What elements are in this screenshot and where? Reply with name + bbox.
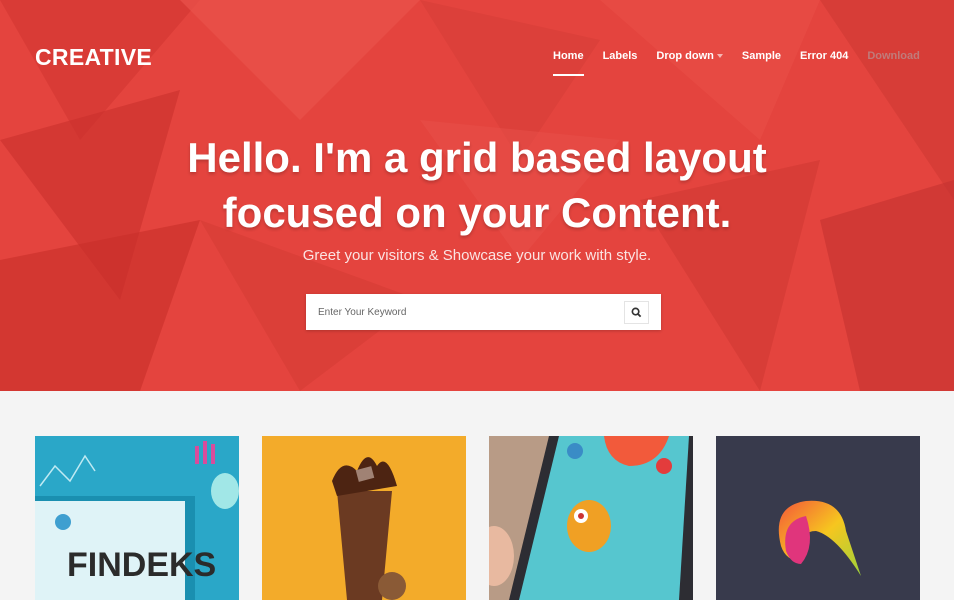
card-findeks[interactable]: FINDEKS [35, 436, 239, 600]
caret-down-icon [716, 54, 723, 59]
nav-labels[interactable]: Labels [603, 50, 638, 62]
nav-home[interactable]: Home [553, 50, 584, 76]
chocolate-drink-thumbnail [262, 436, 466, 600]
nav-error-404[interactable]: Error 404 [800, 50, 848, 62]
main-nav: Home Labels Drop down Sample Error 404 D… [553, 50, 939, 76]
search-button[interactable] [624, 301, 649, 324]
search-icon [631, 307, 642, 318]
search-bar [306, 294, 661, 330]
headline-line-1: Hello. I'm a grid based layout [187, 134, 767, 181]
portfolio-grid: FINDEKS [35, 436, 920, 600]
nav-dropdown[interactable]: Drop down [656, 50, 723, 62]
nav-sample[interactable]: Sample [742, 50, 781, 62]
findeks-thumbnail: FINDEKS [35, 436, 239, 600]
hero-banner: CREATIVE Home Labels Drop down Sample Er… [0, 0, 954, 391]
search-input[interactable] [318, 303, 608, 321]
nav-dropdown-label: Drop down [656, 50, 714, 62]
card-color-logo[interactable] [716, 436, 920, 600]
card-mobile-game[interactable] [489, 436, 693, 600]
headline-line-2: focused on your Content. [222, 189, 732, 236]
nav-download[interactable]: Download [867, 50, 920, 62]
color-logo-thumbnail [716, 436, 920, 600]
hero-subline: Greet your visitors & Showcase your work… [302, 247, 652, 264]
mobile-game-thumbnail [489, 436, 693, 600]
card-chocolate-drink[interactable] [262, 436, 466, 600]
hero-headline: Hello. I'm a grid based layout focused o… [0, 130, 954, 240]
findeks-caption: FINDEKS [67, 546, 216, 584]
site-logo[interactable]: CREATIVE [35, 44, 152, 71]
